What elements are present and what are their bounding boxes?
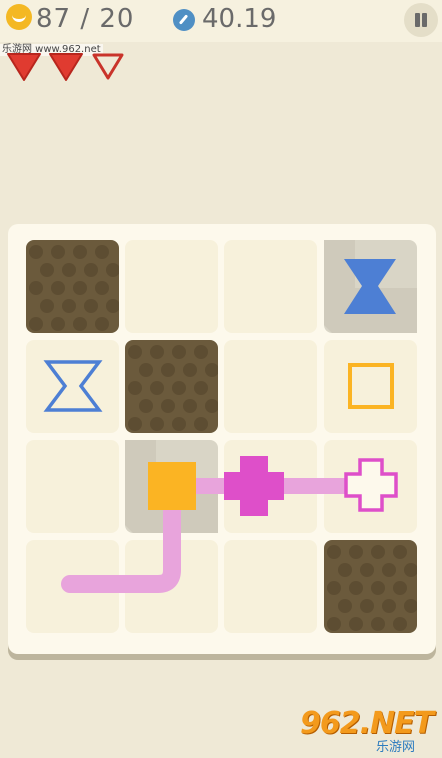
cross-target [344, 458, 398, 512]
cross-filled-piece[interactable] [224, 456, 284, 516]
lives-indicator [6, 50, 136, 84]
game-board [8, 224, 436, 654]
pause-button[interactable] [404, 3, 438, 37]
watermark-logo: 962.NET 乐游网 [300, 706, 440, 755]
square-target [348, 363, 394, 409]
pause-icon-bar [422, 13, 427, 27]
score-counter: 87 / 20 [36, 4, 135, 34]
pencil-timer-icon [173, 9, 195, 31]
empty-life-triangle-icon [92, 53, 124, 80]
top-bar: 87 / 20 40.19 [0, 0, 442, 42]
life-triangle-icon [7, 53, 41, 81]
square-filled-piece[interactable] [148, 462, 196, 510]
pause-icon [415, 13, 420, 27]
watermark-sub-text: 乐游网 [376, 740, 416, 755]
life-triangle-icon [49, 53, 83, 81]
coin-icon [6, 4, 32, 30]
hourglass-target [43, 360, 103, 412]
timer-value: 40.19 [202, 4, 277, 34]
board-overlay [43, 240, 417, 593]
